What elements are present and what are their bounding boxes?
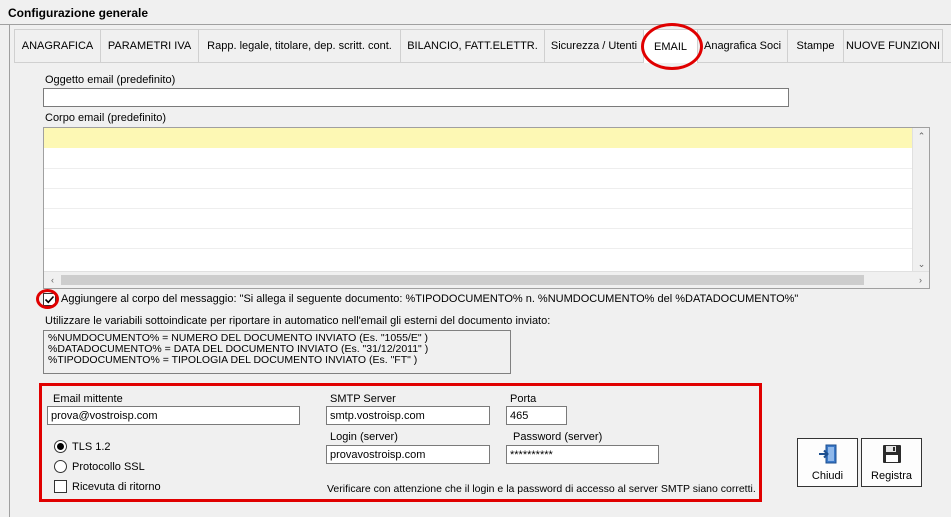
- tab-sicurezza[interactable]: Sicurezza / Utenti: [544, 29, 643, 63]
- tls-radio[interactable]: [54, 440, 67, 453]
- subject-label: Oggetto email (predefinito): [45, 74, 176, 86]
- smtp-note: Verificare con attenzione che il login e…: [327, 483, 756, 495]
- tab-anagrafica[interactable]: ANAGRAFICA: [14, 29, 100, 63]
- ssl-radio[interactable]: [54, 460, 67, 473]
- exit-door-icon: [818, 444, 836, 464]
- body-vertical-scrollbar[interactable]: ⌃ ⌄: [912, 128, 929, 273]
- checkbox-highlight-oval: [36, 289, 59, 309]
- ssl-label: Protocollo SSL: [72, 461, 145, 473]
- login-input[interactable]: provavostroisp.com: [326, 445, 490, 464]
- close-button-label: Chiudi: [811, 470, 844, 482]
- tab-anagrafica-soci[interactable]: Anagrafica Soci: [697, 29, 787, 63]
- body-label: Corpo email (predefinito): [45, 112, 167, 124]
- scroll-up-icon[interactable]: ⌃: [913, 128, 930, 145]
- body-line: [44, 228, 912, 229]
- window-title: Configurazione generale: [8, 6, 149, 20]
- body-textarea[interactable]: ⌃ ⌄ ‹ ›: [43, 127, 930, 289]
- password-label: Password (server): [513, 431, 603, 443]
- port-input[interactable]: 465: [506, 406, 567, 425]
- password-input[interactable]: **********: [506, 445, 659, 464]
- attach-text-label: Aggiungere al corpo del messaggio: "Si a…: [61, 293, 799, 305]
- receipt-checkbox[interactable]: [54, 480, 67, 493]
- port-label: Porta: [510, 393, 537, 405]
- radio-selected-dot: [57, 443, 64, 450]
- smtp-server-label: SMTP Server: [330, 393, 396, 405]
- variable-tipodocumento: %TIPODOCUMENTO% = TIPOLOGIA DEL DOCUMENT…: [48, 354, 418, 366]
- save-button[interactable]: Registra: [861, 438, 922, 487]
- left-gutter: [0, 25, 10, 517]
- tab-strip: ANAGRAFICA PARAMETRI IVA Rapp. legale, t…: [14, 29, 943, 63]
- sender-email-input[interactable]: prova@vostroisp.com: [47, 406, 300, 425]
- subject-input[interactable]: [43, 88, 789, 107]
- body-line: [44, 188, 912, 189]
- scroll-left-icon[interactable]: ‹: [44, 272, 61, 289]
- body-line: [44, 248, 912, 249]
- title-divider: [0, 24, 951, 25]
- body-current-line: [44, 128, 912, 148]
- close-button[interactable]: Chiudi: [797, 438, 858, 487]
- save-button-label: Registra: [871, 470, 912, 482]
- body-horizontal-scrollbar[interactable]: ‹ ›: [44, 271, 929, 288]
- tls-label: TLS 1.2: [72, 441, 111, 453]
- variables-hint: Utilizzare le variabili sottoindicate pe…: [45, 315, 551, 327]
- scroll-right-icon[interactable]: ›: [912, 272, 929, 289]
- floppy-disk-icon: [882, 445, 901, 463]
- smtp-server-input[interactable]: smtp.vostroisp.com: [326, 406, 490, 425]
- tab-rapp-legale[interactable]: Rapp. legale, titolare, dep. scritt. con…: [198, 29, 400, 63]
- variables-box: %NUMDOCUMENTO% = NUMERO DEL DOCUMENTO IN…: [43, 330, 511, 374]
- body-line: [44, 168, 912, 169]
- body-line: [44, 208, 912, 209]
- tab-bilancio[interactable]: BILANCIO, FATT.ELETTR.: [400, 29, 544, 63]
- horizontal-scroll-thumb[interactable]: [61, 275, 864, 285]
- email-tab-highlight-oval: [641, 23, 703, 70]
- receipt-label: Ricevuta di ritorno: [72, 481, 161, 493]
- tab-nuove-funzioni[interactable]: NUOVE FUNZIONI: [843, 29, 943, 63]
- tab-stampe[interactable]: Stampe: [787, 29, 843, 63]
- login-label: Login (server): [330, 431, 398, 443]
- sender-label: Email mittente: [53, 393, 123, 405]
- tab-parametri-iva[interactable]: PARAMETRI IVA: [100, 29, 198, 63]
